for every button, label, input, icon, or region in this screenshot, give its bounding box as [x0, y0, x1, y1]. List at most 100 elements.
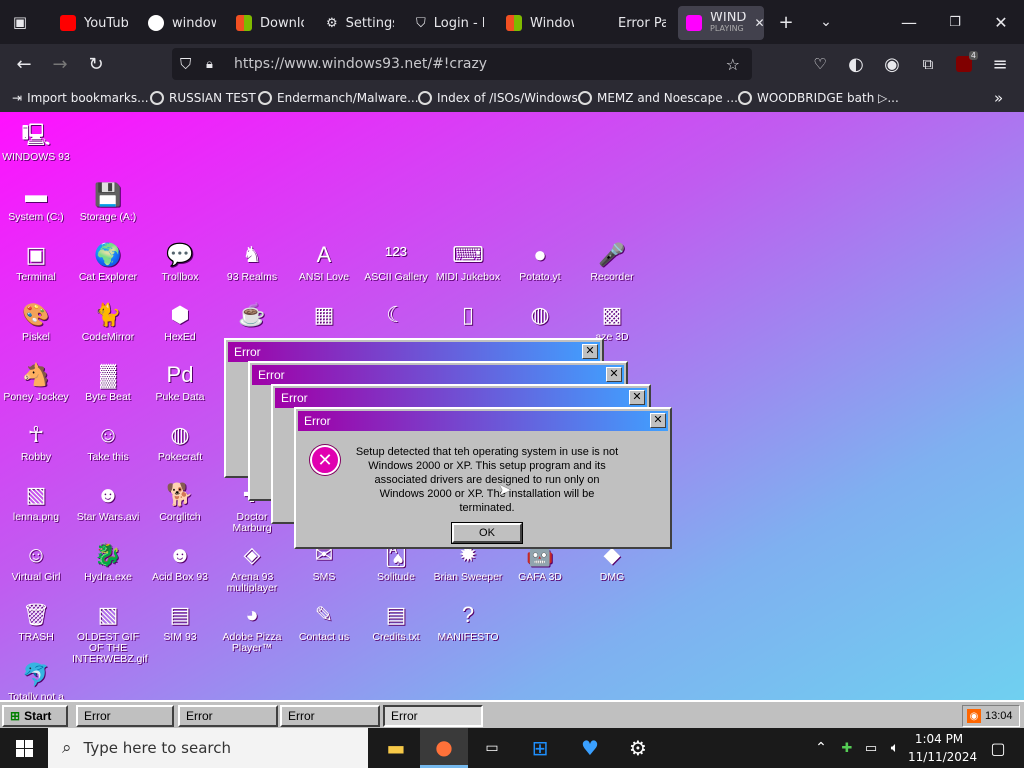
desktop-icon[interactable]: ▤ Credits.txt	[360, 598, 432, 658]
reload-button[interactable]: ↻	[80, 48, 112, 80]
terminal-icon[interactable]: ▭	[468, 728, 516, 768]
back-button[interactable]: ←	[8, 48, 40, 80]
desktop-icon[interactable]: 🗑 TRASH	[0, 598, 72, 658]
desktop-icon[interactable]: ☻ Acid Box 93	[144, 538, 216, 598]
desktop-icon[interactable]: 💾 Storage (A:)	[72, 178, 144, 238]
system-clock[interactable]: 1:04 PM 11/11/2024	[908, 730, 977, 766]
windows-start-button[interactable]	[0, 728, 48, 768]
close-icon[interactable]: ✕	[629, 390, 645, 405]
desktop-icon[interactable]: ¹²³ ASCII Gallery	[360, 238, 432, 298]
tab-window[interactable]: Window	[498, 6, 582, 40]
settings-gear-icon[interactable]: ⚙	[614, 728, 662, 768]
desktop-icon[interactable]: ▤ SIM 93	[144, 598, 216, 658]
task-error-3[interactable]: Error	[280, 705, 380, 727]
tab-settings[interactable]: ⚙ Settings	[318, 6, 402, 40]
desktop-icon[interactable]: ◍ Pokecraft	[144, 418, 216, 478]
extensions-icon[interactable]: ⧉	[912, 48, 944, 80]
desktop-icon[interactable]: ⌨ MIDI Jukebox	[432, 238, 504, 298]
desktop-icon[interactable]: 🐈 CodeMirror	[72, 298, 144, 358]
health-app-icon[interactable]: ♥	[566, 728, 614, 768]
dialog-title-bar[interactable]: Error ✕	[252, 365, 624, 385]
desktop-icon[interactable]: ▧ OLDEST GIF OF THE INTERWEBZ.gif	[72, 598, 148, 665]
bookmark-woodbridge[interactable]: WOODBRIDGE bath ▷...	[738, 88, 899, 108]
task-error-2[interactable]: Error	[178, 705, 278, 727]
taskbar-search-box[interactable]: ⌕ Type here to search	[48, 728, 368, 768]
firefox-icon[interactable]: ●	[420, 728, 468, 768]
desktop-icon[interactable]: ✎ Contact us	[288, 598, 360, 658]
tab-youtube[interactable]: YouTube	[52, 6, 136, 40]
url-bar[interactable]: ⛉ 🔒︎ https://www.windows93.net/#!crazy ☆	[172, 48, 752, 80]
desktop-icon[interactable]: ● Potato.yt	[504, 238, 576, 298]
ok-button[interactable]: OK	[451, 522, 523, 544]
new-tab-button[interactable]: +	[770, 6, 802, 38]
desktop-icon[interactable]: ☺ Virtual Girl	[0, 538, 72, 598]
dialog-title-bar[interactable]: Error ✕	[275, 388, 647, 408]
desktop-icon[interactable]: Pd Puke Data	[144, 358, 216, 418]
desktop-icon[interactable]: 💬 Trollbox	[144, 238, 216, 298]
start-button[interactable]: ⊞ Start	[2, 705, 68, 727]
volume-icon[interactable]: 🔈︎	[882, 728, 908, 768]
desktop-icon[interactable]: ▧ lenna.png	[0, 478, 72, 538]
desktop-icon[interactable]: ▬ System (C:)	[0, 178, 72, 238]
menu-icon[interactable]: ≡	[984, 48, 1016, 80]
rss-icon[interactable]: ◉	[967, 709, 981, 723]
tab-login[interactable]: ⛉ Login - I	[408, 6, 492, 40]
windows-store-icon[interactable]: ⊞	[516, 728, 564, 768]
desktop-icon[interactable]: ▣ Terminal	[0, 238, 72, 298]
desktop-icon[interactable]: 🎤 Recorder	[576, 238, 648, 298]
dialog-title-bar[interactable]: Error ✕	[228, 342, 600, 362]
bookmark-star-icon[interactable]: ☆	[726, 55, 740, 74]
file-explorer-icon[interactable]: ▬	[372, 728, 420, 768]
close-icon[interactable]: ✕	[606, 367, 622, 382]
desktop-icon[interactable]: ☻ Star Wars.avi	[72, 478, 144, 538]
close-tab-icon[interactable]: ✕	[754, 16, 764, 30]
task-error-4[interactable]: Error	[383, 705, 483, 727]
desktop-icon[interactable]: ♞ 93 Realms	[216, 238, 288, 298]
ublock-icon[interactable]: 4	[948, 48, 980, 80]
url-text[interactable]: https://www.windows93.net/#!crazy	[234, 56, 487, 72]
forward-button[interactable]: →	[44, 48, 76, 80]
desktop-icon[interactable]: 🎨 Piskel	[0, 298, 72, 358]
bookmark-russian-test[interactable]: RUSSIAN TEST	[150, 88, 256, 108]
desktop-icon[interactable]: 🐉 Hydra.exe	[72, 538, 144, 598]
security-icon[interactable]: ✚	[834, 728, 860, 768]
tab-windows93[interactable]: WIND PLAYING ✕	[678, 6, 764, 40]
desktop-icon[interactable]: ◈ Arena 93 multiplayer	[216, 538, 288, 598]
bookmark-endermanch[interactable]: Endermanch/Malware...	[258, 88, 419, 108]
close-window-button[interactable]: ✕	[978, 0, 1024, 44]
pocket-icon[interactable]: ♡	[804, 48, 836, 80]
desktop-icon[interactable]: 🐕 Corglitch	[144, 478, 216, 538]
chevron-up-icon[interactable]: ⌃	[806, 728, 836, 768]
desktop-icon[interactable]: 🖳 WINDOWS 93	[0, 118, 72, 178]
chevron-down-icon[interactable]: ⌄	[810, 6, 842, 38]
desktop-icon[interactable]: 🐬 Totally not a	[0, 658, 72, 700]
tab-error-page[interactable]: Error Pa	[610, 6, 674, 40]
tab-windows-search[interactable]: windows	[140, 6, 224, 40]
error-dialog-front[interactable]: Error ✕ ✕ Setup detected that teh operati…	[294, 407, 672, 549]
dialog-title-bar[interactable]: Error ✕	[298, 411, 668, 431]
desktop-icon[interactable]: ☥ Robby	[0, 418, 72, 478]
desktop-icon[interactable]: ▓ Byte Beat	[72, 358, 144, 418]
extension-circle-icon[interactable]: ◐	[840, 48, 872, 80]
desktop-icon[interactable]: ◕ Adobe Pizza Player™	[216, 598, 288, 658]
desktop-icon[interactable]: ⬢ HexEd	[144, 298, 216, 358]
maximize-button[interactable]: ❐	[932, 0, 978, 44]
close-icon[interactable]: ✕	[650, 413, 666, 428]
desktop-icon[interactable]: A ANSI Love	[288, 238, 360, 298]
desktop-icon[interactable]: ☺ Take this	[72, 418, 144, 478]
tab-download[interactable]: Downloa	[228, 6, 312, 40]
tab-list-icon[interactable]: ▣	[4, 6, 36, 38]
account-icon[interactable]: ◉	[876, 48, 908, 80]
task-error-1[interactable]: Error	[76, 705, 174, 727]
close-icon[interactable]: ✕	[582, 344, 598, 359]
notification-icon[interactable]: ▢	[974, 728, 1022, 768]
desktop-icon[interactable]: 🌍 Cat Explorer	[72, 238, 144, 298]
bookmarks-overflow-icon[interactable]: »	[994, 88, 1003, 108]
minimize-button[interactable]: —	[886, 0, 932, 44]
bookmark-isos[interactable]: Index of /ISOs/Windows	[418, 88, 578, 108]
desktop-icon[interactable]: ? MANIFESTO	[432, 598, 504, 658]
desktop-icon[interactable]: 🐴 Poney Jockey	[0, 358, 72, 418]
bookmark-import[interactable]: ⇥ Import bookmarks...	[12, 88, 149, 108]
bookmark-memz[interactable]: MEMZ and Noescape ...	[578, 88, 738, 108]
network-icon[interactable]: ▭	[858, 728, 884, 768]
